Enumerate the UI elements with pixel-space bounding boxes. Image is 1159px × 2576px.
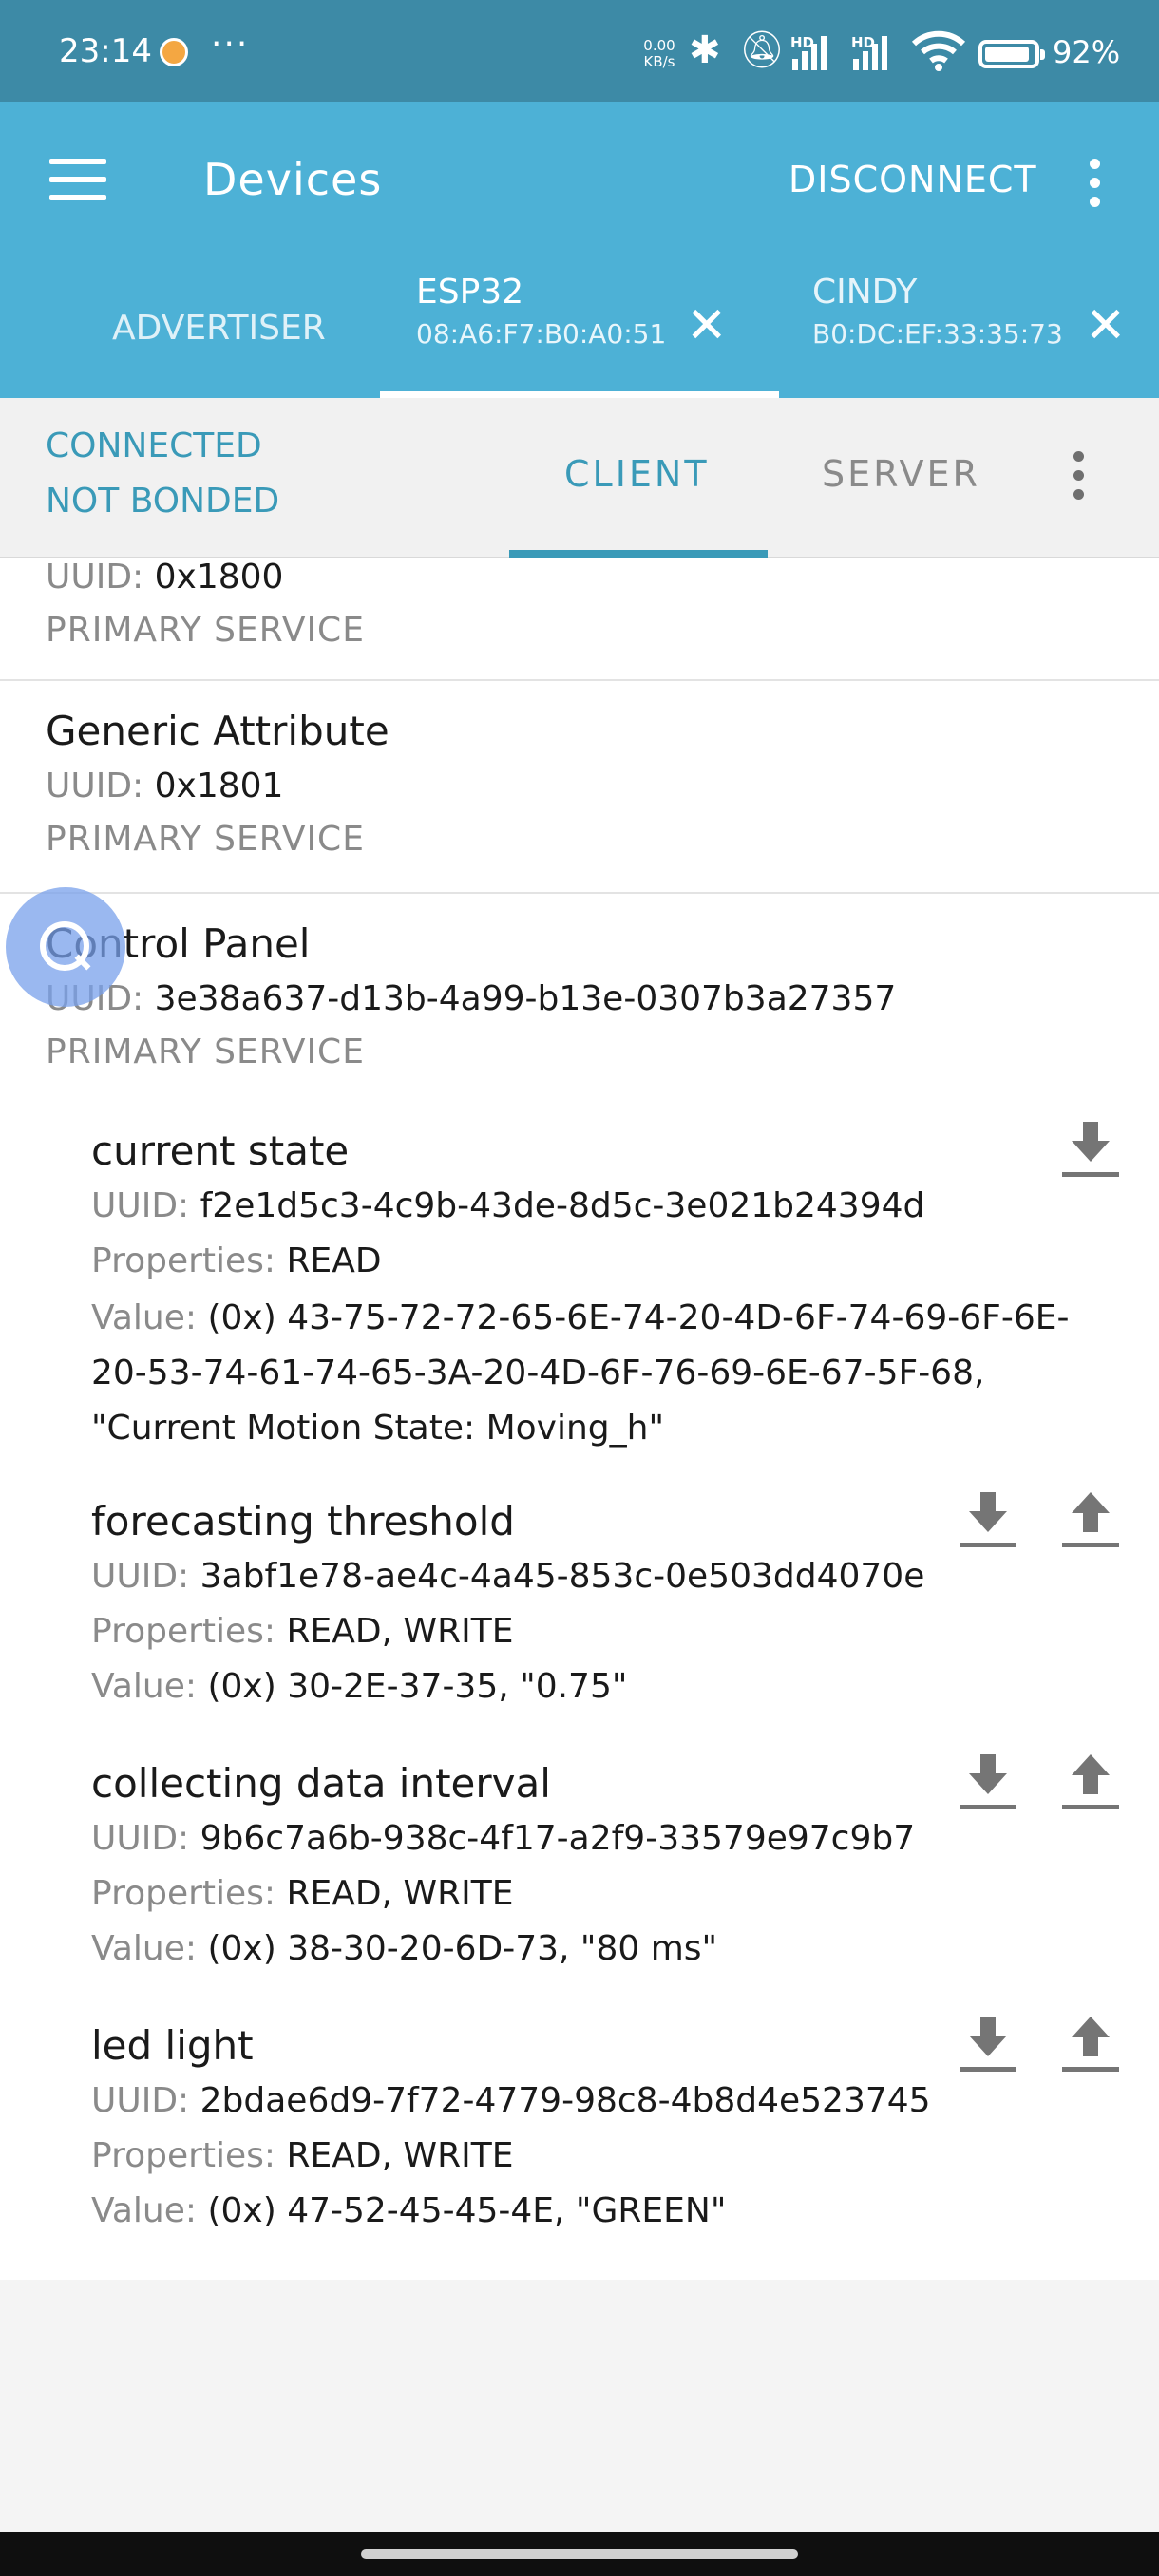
download-icon[interactable] xyxy=(958,2015,1018,2072)
network-speed-value: 0.00 xyxy=(643,37,675,54)
tab-esp32[interactable]: ESP32 08:A6:F7:B0:A0:51 ✕ xyxy=(380,273,779,398)
page-title: Devices xyxy=(203,154,383,205)
tab-label: SERVER xyxy=(822,453,980,495)
upload-icon[interactable] xyxy=(1060,1752,1121,1809)
service-type: PRIMARY SERVICE xyxy=(46,611,365,650)
characteristic-uuid: UUID: 3abf1e78-ae4c-4a45-853c-0e503dd407… xyxy=(91,1557,925,1596)
service-uuid: UUID: 0x1800 xyxy=(46,558,284,597)
battery-icon xyxy=(978,40,1045,68)
download-icon[interactable] xyxy=(958,1490,1018,1547)
signal-strength-icon-2 xyxy=(853,30,887,70)
characteristic-properties: Properties: READ xyxy=(91,1241,382,1280)
wifi-icon xyxy=(912,30,965,71)
close-icon[interactable]: ✕ xyxy=(1085,301,1127,350)
tab-label: CLIENT xyxy=(564,453,710,495)
characteristic-properties: Properties: READ, WRITE xyxy=(91,1612,514,1651)
overflow-menu-icon[interactable] xyxy=(1090,159,1101,216)
characteristic-value: Value: (0x) 30-2E-37-35, "0.75" xyxy=(91,1667,628,1706)
service-uuid: UUID: 0x1801 xyxy=(46,767,284,805)
empty-list-area xyxy=(0,2280,1159,2532)
characteristic-uuid: UUID: f2e1d5c3-4c9b-43de-8d5c-3e021b2439… xyxy=(91,1186,925,1225)
active-tab-indicator xyxy=(380,391,779,398)
notification-app-icon xyxy=(160,38,188,66)
network-speed: 0.00 KB/s xyxy=(636,38,682,70)
tab-client[interactable]: CLIENT xyxy=(509,398,768,558)
characteristic-value: Value: (0x) 47-52-45-45-4E, "GREEN" xyxy=(91,2191,727,2230)
tab-label: CINDY xyxy=(812,273,918,312)
characteristic-name: current state xyxy=(91,1127,350,1174)
tab-server[interactable]: SERVER xyxy=(798,398,988,558)
upload-icon[interactable] xyxy=(1060,2015,1121,2072)
service-item[interactable]: Generic Attribute UUID: 0x1801 PRIMARY S… xyxy=(0,679,1159,894)
bell-muted-icon: 🔕︎ xyxy=(739,28,786,70)
upload-icon[interactable] xyxy=(1060,1490,1121,1547)
close-icon[interactable]: ✕ xyxy=(686,301,728,350)
service-item[interactable]: Control Panel UUID: 3e38a637-d13b-4a99-b… xyxy=(0,892,1159,2282)
tab-label: ESP32 xyxy=(416,273,524,312)
download-icon[interactable] xyxy=(958,1752,1018,1809)
service-uuid: UUID: 3e38a637-d13b-4a99-b13e-0307b3a273… xyxy=(46,979,897,1018)
characteristic-name: led light xyxy=(91,2022,254,2069)
tab-advertiser[interactable]: ADVERTISER xyxy=(0,273,380,398)
tab-device-address: B0:DC:EF:33:35:73 xyxy=(812,318,1063,350)
tab-label: ADVERTISER xyxy=(112,309,326,348)
connection-state: CONNECTED xyxy=(46,426,262,465)
service-type: PRIMARY SERVICE xyxy=(46,820,365,859)
characteristic-name: forecasting threshold xyxy=(91,1498,515,1544)
service-type: PRIMARY SERVICE xyxy=(46,1032,365,1071)
characteristic-value: Value: (0x) 43-75-72-72-65-6E-74-20-4D-6… xyxy=(91,1298,1070,1448)
characteristic-uuid: UUID: 9b6c7a6b-938c-4f17-a2f9-33579e97c9… xyxy=(91,1819,916,1858)
characteristic-value: Value: (0x) 38-30-20-6D-73, "80 ms" xyxy=(91,1929,718,1968)
floating-touch-button[interactable] xyxy=(6,887,125,1007)
signal-strength-icon xyxy=(792,30,826,70)
disconnect-button[interactable]: DISCONNECT xyxy=(788,159,1037,200)
clock: 23:14 xyxy=(59,32,152,70)
app-bar: Devices DISCONNECT ADVERTISER ESP32 08:A… xyxy=(0,102,1159,398)
home-gesture-handle[interactable] xyxy=(361,2549,798,2559)
more-notifications-icon: ··· xyxy=(211,25,250,64)
bond-state: NOT BONDED xyxy=(46,482,280,521)
service-name: Generic Attribute xyxy=(46,708,390,754)
characteristic-properties: Properties: READ, WRITE xyxy=(91,2136,514,2175)
connection-bar: CONNECTED NOT BONDED CLIENT SERVER xyxy=(0,398,1159,558)
device-tabs: ADVERTISER ESP32 08:A6:F7:B0:A0:51 ✕ CIN… xyxy=(0,273,1159,398)
characteristic-name: collecting data interval xyxy=(91,1760,551,1807)
service-item[interactable]: UUID: 0x1800 PRIMARY SERVICE xyxy=(0,558,1159,681)
overflow-menu-icon[interactable] xyxy=(1074,451,1085,508)
status-bar: 23:14 ··· 0.00 KB/s ✱ 🔕︎ HD HD 92% xyxy=(0,0,1159,102)
tab-cindy[interactable]: CINDY B0:DC:EF:33:35:73 ✕ xyxy=(779,273,1159,398)
menu-icon[interactable] xyxy=(49,159,106,200)
battery-percent: 92% xyxy=(1053,34,1121,70)
tab-device-address: 08:A6:F7:B0:A0:51 xyxy=(416,318,667,350)
active-tab-indicator xyxy=(509,550,768,558)
download-icon[interactable] xyxy=(1060,1120,1121,1177)
bluetooth-icon: ✱ xyxy=(689,28,721,72)
characteristic-properties: Properties: READ, WRITE xyxy=(91,1874,514,1913)
characteristic-uuid: UUID: 2bdae6d9-7f72-4779-98c8-4b8d4e5237… xyxy=(91,2081,931,2120)
navigation-bar xyxy=(0,2532,1159,2576)
network-speed-unit: KB/s xyxy=(643,53,675,70)
